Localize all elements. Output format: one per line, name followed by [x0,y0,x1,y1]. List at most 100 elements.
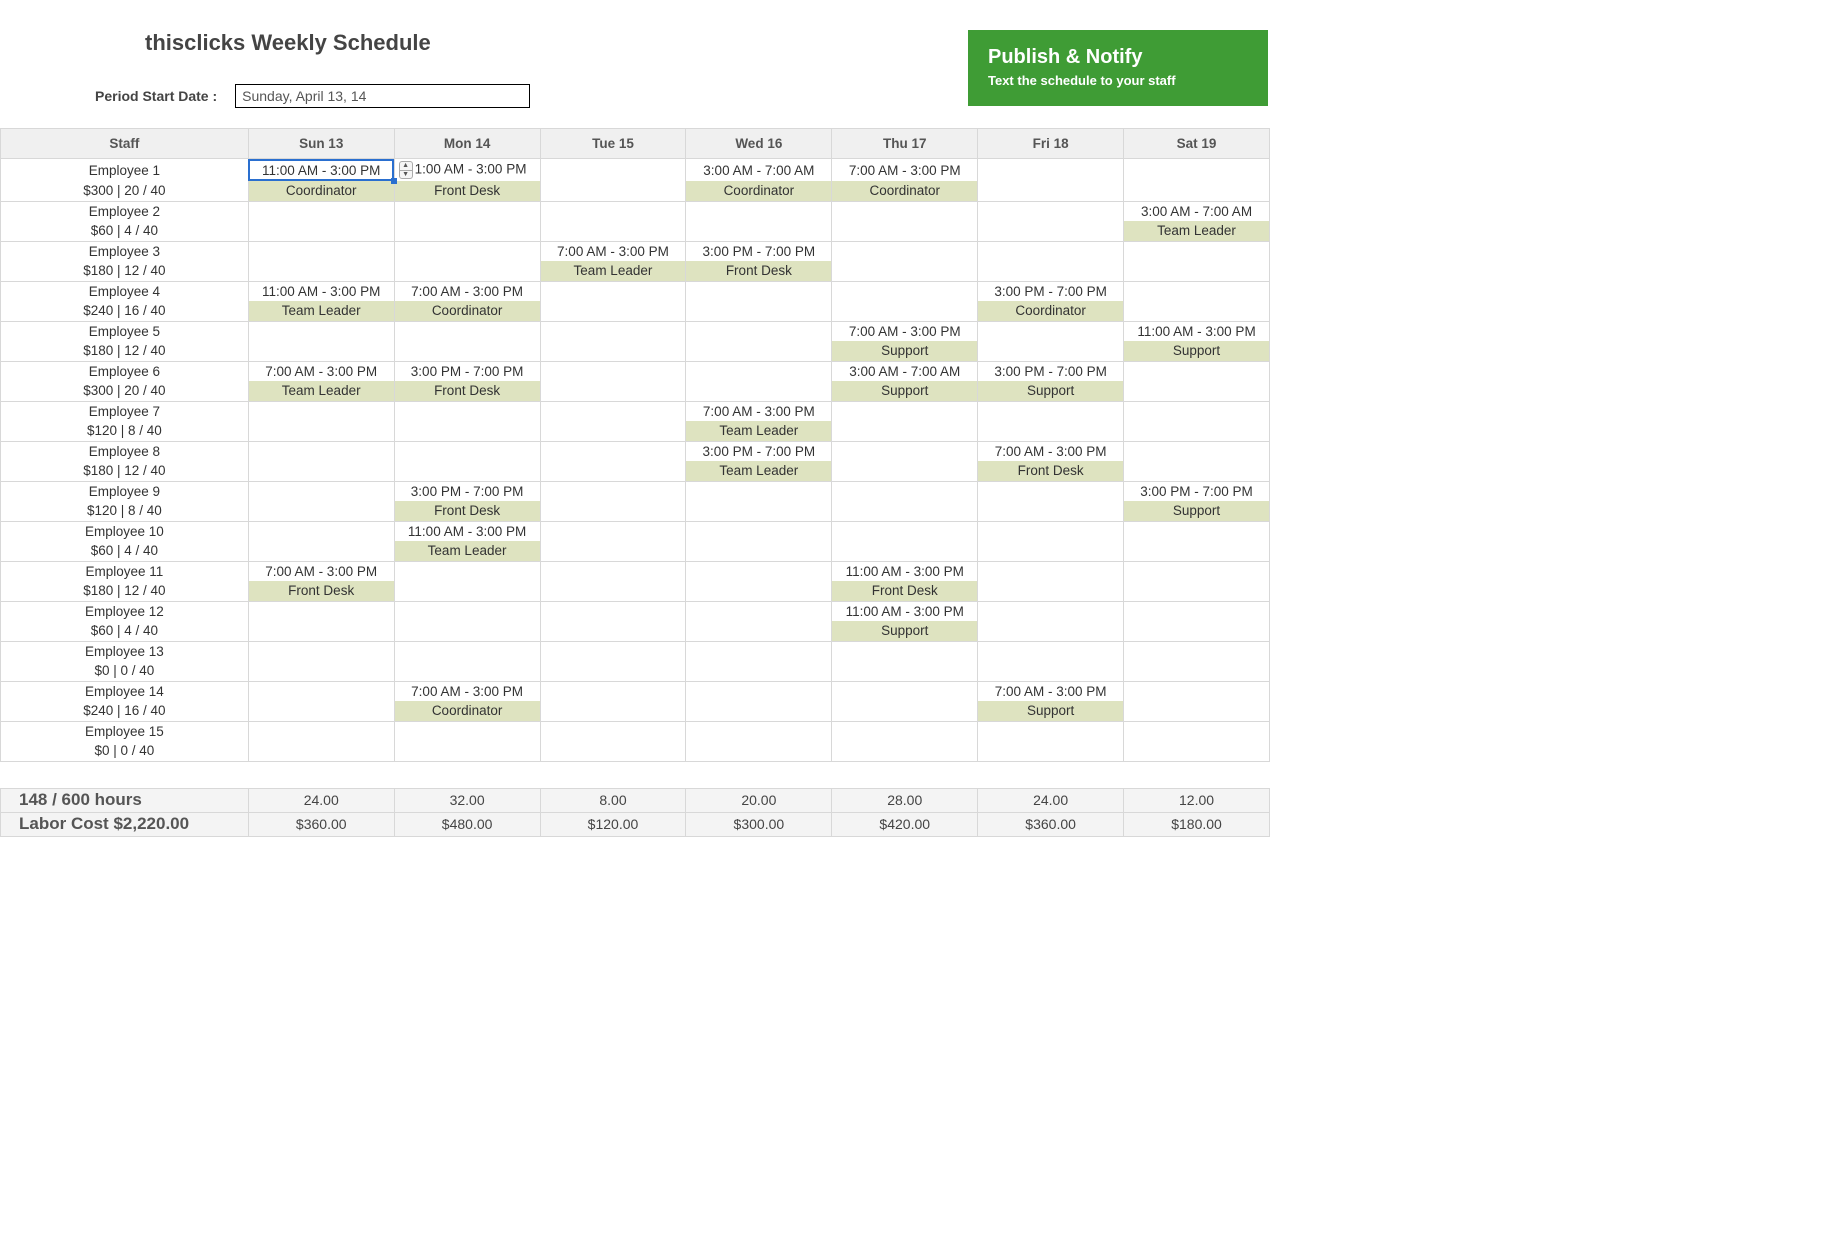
shift-cell[interactable] [832,221,978,241]
shift-cell[interactable] [832,681,978,701]
shift-cell[interactable] [832,721,978,741]
shift-cell[interactable] [832,461,978,481]
shift-cell[interactable] [394,461,540,481]
shift-cell[interactable] [1124,621,1270,641]
shift-cell[interactable]: Support [1124,341,1270,361]
shift-cell[interactable] [686,621,832,641]
shift-cell[interactable] [1124,561,1270,581]
shift-cell[interactable] [248,221,394,241]
shift-cell[interactable] [394,241,540,261]
shift-cell[interactable] [978,601,1124,621]
shift-cell[interactable]: Front Desk [686,261,832,281]
shift-cell[interactable] [248,641,394,661]
shift-cell[interactable] [832,261,978,281]
shift-cell[interactable] [394,341,540,361]
shift-cell[interactable]: 7:00 AM - 3:00 PM [686,401,832,421]
shift-cell[interactable]: 11:00 AM - 3:00 PM [832,561,978,581]
shift-cell[interactable]: 3:00 PM - 7:00 PM [978,361,1124,381]
shift-cell[interactable] [248,741,394,761]
shift-cell[interactable]: Team Leader [686,421,832,441]
shift-cell[interactable] [832,481,978,501]
shift-cell[interactable] [248,481,394,501]
shift-cell[interactable]: Support [978,381,1124,401]
shift-cell[interactable] [540,741,686,761]
shift-cell[interactable] [686,721,832,741]
shift-cell[interactable] [978,201,1124,221]
shift-cell[interactable] [540,681,686,701]
shift-cell[interactable] [686,281,832,301]
shift-cell[interactable] [540,381,686,401]
shift-cell[interactable]: Front Desk [394,501,540,521]
shift-cell[interactable] [686,301,832,321]
shift-cell[interactable] [686,681,832,701]
shift-cell[interactable]: Support [1124,501,1270,521]
shift-cell[interactable] [832,421,978,441]
shift-cell[interactable]: 3:00 PM - 7:00 PM [686,241,832,261]
shift-cell[interactable] [540,461,686,481]
shift-cell[interactable]: 3:00 AM - 7:00 AM [832,361,978,381]
shift-cell[interactable]: 3:00 AM - 7:00 AM [1124,201,1270,221]
shift-cell[interactable] [978,321,1124,341]
shift-cell[interactable] [978,481,1124,501]
shift-cell[interactable] [394,561,540,581]
shift-cell[interactable]: 11:00 AM - 3:00 PM [248,159,394,182]
shift-cell[interactable] [1124,521,1270,541]
shift-cell[interactable] [1124,421,1270,441]
shift-cell[interactable]: 7:00 AM - 3:00 PM [248,361,394,381]
shift-cell[interactable]: Coordinator [832,181,978,201]
shift-cell[interactable] [540,561,686,581]
shift-cell[interactable] [1124,301,1270,321]
shift-cell[interactable]: Front Desk [248,581,394,601]
shift-cell[interactable]: 3:00 PM - 7:00 PM [978,281,1124,301]
shift-cell[interactable]: 11:00 AM - 3:00 PM [394,521,540,541]
shift-cell[interactable] [540,401,686,421]
shift-cell[interactable]: 11:00 AM - 3:00 PM [1124,321,1270,341]
shift-cell[interactable] [978,159,1124,182]
shift-cell[interactable] [1124,241,1270,261]
shift-cell[interactable] [1124,361,1270,381]
shift-cell[interactable] [978,741,1124,761]
shift-cell[interactable] [1124,601,1270,621]
shift-cell[interactable] [248,201,394,221]
shift-cell[interactable]: Front Desk [394,381,540,401]
shift-cell[interactable] [686,341,832,361]
shift-cell[interactable] [686,741,832,761]
shift-cell[interactable] [248,261,394,281]
shift-cell[interactable] [540,221,686,241]
shift-cell[interactable] [686,601,832,621]
shift-cell[interactable]: 11:00 AM - 3:00 PM [832,601,978,621]
shift-cell[interactable]: 7:00 AM - 3:00 PM [832,159,978,182]
shift-cell[interactable] [978,541,1124,561]
shift-cell[interactable] [1124,159,1270,182]
shift-cell[interactable] [832,441,978,461]
shift-cell[interactable] [248,241,394,261]
shift-cell[interactable] [832,401,978,421]
shift-cell[interactable] [394,621,540,641]
shift-cell[interactable]: Coordinator [394,701,540,721]
shift-cell[interactable] [978,621,1124,641]
shift-cell[interactable] [540,661,686,681]
shift-cell[interactable] [1124,181,1270,201]
shift-cell[interactable] [540,441,686,461]
shift-cell[interactable] [540,181,686,201]
stepper-icon[interactable]: ▲▼ [399,161,413,179]
shift-cell[interactable] [394,321,540,341]
shift-cell[interactable]: Support [978,701,1124,721]
shift-cell[interactable] [1124,381,1270,401]
shift-cell[interactable]: Front Desk [978,461,1124,481]
shift-cell[interactable] [686,581,832,601]
shift-cell[interactable] [978,401,1124,421]
shift-cell[interactable]: 3:00 PM - 7:00 PM [394,361,540,381]
shift-cell[interactable] [978,181,1124,201]
shift-cell[interactable] [394,441,540,461]
shift-cell[interactable] [686,561,832,581]
shift-cell[interactable] [1124,641,1270,661]
shift-cell[interactable] [686,361,832,381]
shift-cell[interactable] [686,521,832,541]
shift-cell[interactable] [540,281,686,301]
shift-cell[interactable] [686,501,832,521]
shift-cell[interactable]: 7:00 AM - 3:00 PM [248,561,394,581]
shift-cell[interactable] [1124,281,1270,301]
shift-cell[interactable] [832,741,978,761]
shift-cell[interactable] [978,241,1124,261]
